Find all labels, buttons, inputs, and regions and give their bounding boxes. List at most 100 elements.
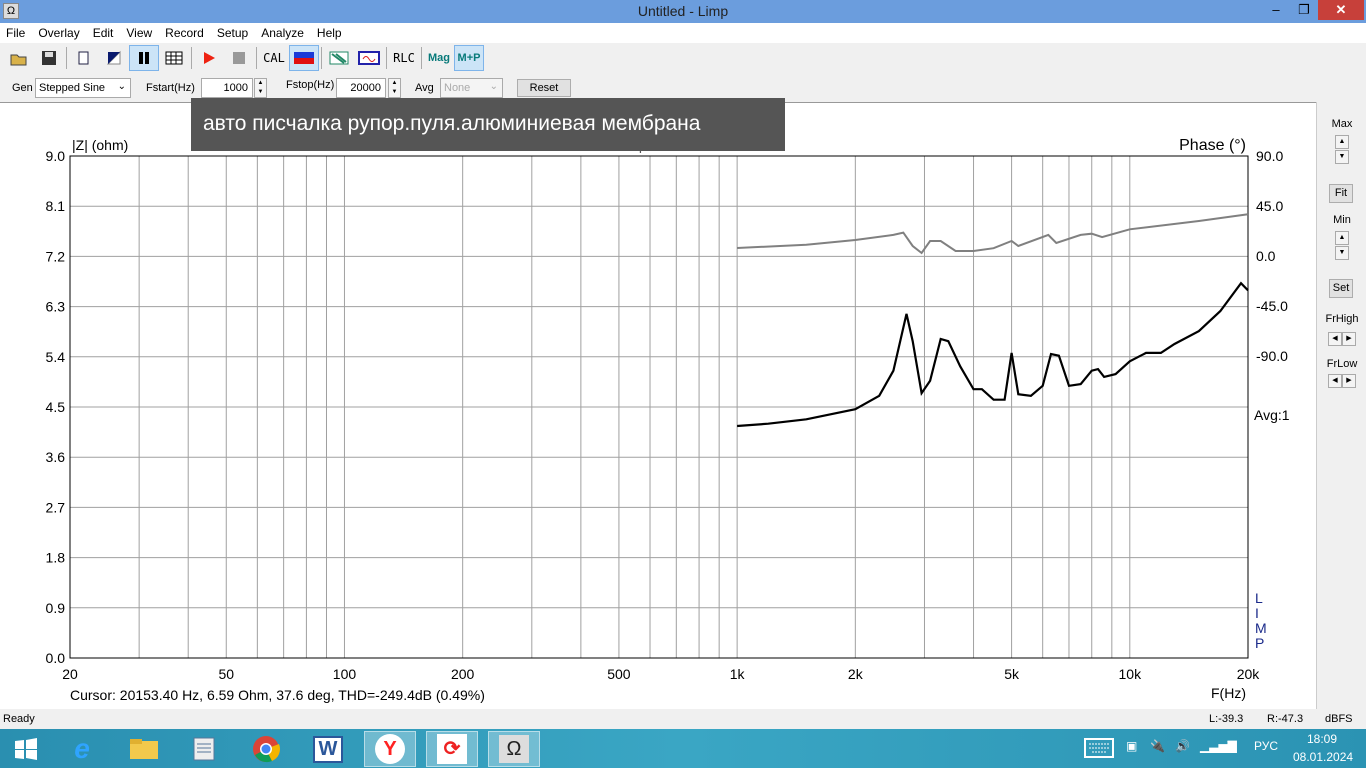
cursor-readout: Cursor: 20153.40 Hz, 6.59 Ohm, 37.6 deg,… xyxy=(70,687,485,703)
frlow-left-button[interactable]: ◀ xyxy=(1328,374,1342,388)
refresh-app-icon[interactable]: ⟳ xyxy=(426,731,478,767)
gen-label: Gen xyxy=(12,82,33,94)
notepad-icon[interactable] xyxy=(178,731,230,767)
y-tick-label: 9.0 xyxy=(46,148,66,164)
clock-date[interactable]: 08.01.2024 xyxy=(1293,750,1353,764)
chrome-icon[interactable] xyxy=(240,731,292,767)
x-tick-label: 20k xyxy=(1237,666,1261,682)
fit-button[interactable]: Fit xyxy=(1329,184,1353,203)
limp-watermark-letter: P xyxy=(1255,635,1264,651)
y-tick-label: 0.9 xyxy=(46,600,66,616)
limp-watermark-letter: M xyxy=(1255,620,1267,636)
y-tick-label: 0.0 xyxy=(46,650,66,666)
network-device-icon[interactable]: ▣ xyxy=(1126,739,1137,753)
maximize-button[interactable]: ❐ xyxy=(1290,0,1318,20)
yandex-icon[interactable]: Y xyxy=(364,731,416,767)
word-icon[interactable]: W xyxy=(302,731,354,767)
x-tick-label: 50 xyxy=(218,666,234,682)
frlow-right-button[interactable]: ▶ xyxy=(1342,374,1356,388)
separator xyxy=(66,47,67,69)
waveform-icon[interactable] xyxy=(354,45,384,71)
separator xyxy=(321,47,322,69)
internet-explorer-icon[interactable]: e xyxy=(56,731,108,767)
volume-icon[interactable]: 🔊 xyxy=(1175,739,1190,753)
y-tick-label: 3.6 xyxy=(46,449,66,465)
avg-label: Avg:1 xyxy=(1254,407,1290,423)
set-button[interactable]: Set xyxy=(1329,279,1353,298)
x-tick-label: 100 xyxy=(333,666,357,682)
rlc-button[interactable]: RLC xyxy=(389,45,419,71)
cal-button[interactable]: CAL xyxy=(259,45,289,71)
menu-file[interactable]: File xyxy=(6,23,25,43)
fstop-stepper[interactable]: ▲ ▼ xyxy=(388,78,401,98)
avg-select[interactable]: None ⌄ xyxy=(440,78,503,98)
menu-record[interactable]: Record xyxy=(165,23,204,43)
window-title: Untitled - Limp xyxy=(637,3,729,19)
close-button[interactable]: ✕ xyxy=(1318,0,1364,20)
right-level: R:-47.3 xyxy=(1267,713,1304,725)
y2-axis-label: Phase (°) xyxy=(1179,137,1246,154)
frhigh-left-button[interactable]: ◀ xyxy=(1328,332,1342,346)
x-tick-label: 20 xyxy=(62,666,78,682)
min-label: Min xyxy=(1333,214,1351,226)
file-explorer-icon[interactable] xyxy=(118,731,170,767)
chevron-down-icon: ⌄ xyxy=(489,81,498,92)
menu-analyze[interactable]: Analyze xyxy=(261,23,304,43)
limp-watermark-letter: I xyxy=(1255,605,1259,621)
impedance-chart[interactable]: 0.0 0.9 1.8 2.7 3.6 4.5 5.4 6.3 7.2 8.1 9.0 90.0 45.… xyxy=(0,103,1316,710)
y-tick-label: 2.7 xyxy=(46,499,66,515)
minimize-button[interactable]: – xyxy=(1262,0,1290,20)
fstop-input[interactable]: 20000 xyxy=(336,78,386,98)
menu-overlay[interactable]: Overlay xyxy=(38,23,79,43)
menu-view[interactable]: View xyxy=(126,23,152,43)
series-line-phase xyxy=(737,213,1249,255)
pause-icon[interactable] xyxy=(129,45,159,71)
menu-setup[interactable]: Setup xyxy=(217,23,248,43)
gen-select[interactable]: Stepped Sine ⌄ xyxy=(35,78,131,98)
y-tick-label: 8.1 xyxy=(46,198,66,214)
stop-icon[interactable] xyxy=(224,45,254,71)
min-up-button[interactable]: ▲ xyxy=(1335,231,1349,245)
max-up-button[interactable]: ▲ xyxy=(1335,135,1349,149)
y-tick-label: 7.2 xyxy=(46,248,66,264)
fstart-label: Fstart(Hz) xyxy=(146,82,195,94)
menu-edit[interactable]: Edit xyxy=(93,23,114,43)
mag-phase-button[interactable]: M+P xyxy=(454,45,484,71)
x-tick-label: 2k xyxy=(848,666,864,682)
series-line-impedance xyxy=(737,281,1249,428)
frhigh-right-button[interactable]: ▶ xyxy=(1342,332,1356,346)
play-icon[interactable] xyxy=(194,45,224,71)
fstart-input[interactable]: 1000 xyxy=(201,78,253,98)
fstart-stepper[interactable]: ▲ ▼ xyxy=(254,78,267,98)
windows-start-icon[interactable] xyxy=(0,731,52,767)
keyboard-icon[interactable] xyxy=(1084,738,1114,761)
separator xyxy=(191,47,192,69)
color-bar-icon[interactable] xyxy=(289,45,319,71)
menu-bar: File Overlay Edit View Record Setup Anal… xyxy=(0,23,1366,43)
chart-area: 0.0 0.9 1.8 2.7 3.6 4.5 5.4 6.3 7.2 8.1 9.0 90.0 45.… xyxy=(0,102,1316,709)
y2-tick-label: 45.0 xyxy=(1256,198,1283,214)
max-down-button[interactable]: ▼ xyxy=(1335,150,1349,164)
y-tick-label: 5.4 xyxy=(46,349,66,365)
new-document-icon[interactable] xyxy=(69,45,99,71)
limp-icon[interactable]: Ω xyxy=(488,731,540,767)
min-down-button[interactable]: ▼ xyxy=(1335,246,1349,260)
power-icon[interactable]: 🔌 xyxy=(1150,739,1165,753)
save-icon[interactable] xyxy=(34,45,64,71)
gen-value: Stepped Sine xyxy=(39,82,106,94)
mag-button[interactable]: Mag xyxy=(424,45,454,71)
max-label: Max xyxy=(1331,118,1353,130)
toolbar: CAL RLC Mag M+P xyxy=(0,44,1366,72)
table-icon[interactable] xyxy=(159,45,189,71)
action-center-flag-icon[interactable]: ⚑ xyxy=(1225,739,1236,753)
triangle-icon[interactable] xyxy=(99,45,129,71)
open-folder-icon[interactable] xyxy=(4,45,34,71)
status-text: Ready xyxy=(3,713,35,725)
language-indicator[interactable]: РУС xyxy=(1254,739,1278,753)
chevron-down-icon: ⌄ xyxy=(117,81,126,92)
x-tick-label: 5k xyxy=(1004,666,1020,682)
green-chart-icon[interactable] xyxy=(324,45,354,71)
menu-help[interactable]: Help xyxy=(317,23,342,43)
reset-button[interactable]: Reset xyxy=(517,79,571,97)
clock-time[interactable]: 18:09 xyxy=(1307,732,1337,746)
